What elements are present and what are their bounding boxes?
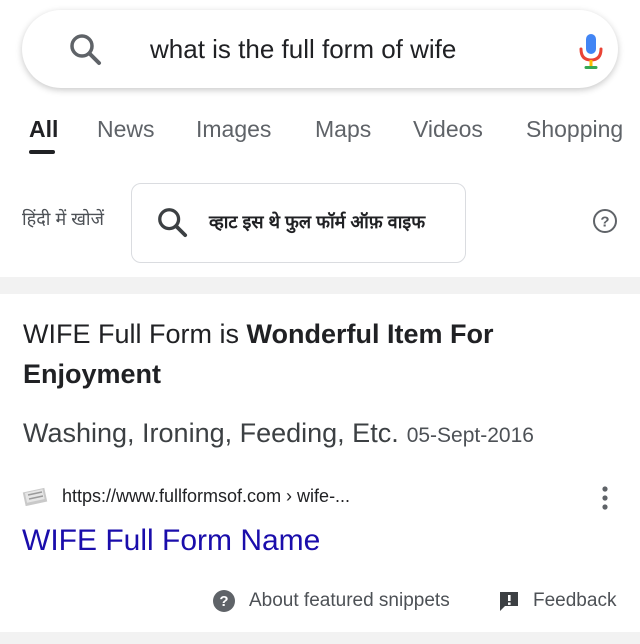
snippet-date: 05-Sept-2016	[406, 424, 534, 447]
active-tab-indicator	[29, 150, 55, 154]
feedback-link[interactable]: Feedback	[533, 588, 616, 614]
search-icon[interactable]	[68, 32, 102, 66]
help-circle-icon[interactable]: ?	[592, 208, 618, 234]
search-input[interactable]: what is the full form of wife	[150, 32, 456, 66]
tab-shopping[interactable]: Shopping	[526, 114, 623, 144]
hindi-search-chip[interactable]: व्हाट इस थे फुल फॉर्म ऑफ़ वाइफ	[131, 183, 466, 263]
svg-text:?: ?	[600, 214, 609, 231]
snippet-title-prefix: WIFE Full Form is	[23, 319, 247, 349]
source-row: https://www.fullformsof.com › wife-...	[22, 482, 622, 512]
microphone-icon[interactable]	[578, 32, 604, 70]
tab-news[interactable]: News	[97, 114, 155, 144]
site-favicon	[22, 487, 48, 506]
tab-images[interactable]: Images	[196, 114, 271, 144]
hindi-search-query: व्हाट इस थे फुल फॉर्म ऑफ़ वाइफ	[209, 212, 426, 232]
search-icon	[158, 208, 188, 238]
more-vertical-icon[interactable]	[600, 484, 610, 512]
snippet-footer: ? About featured snippets Feedback	[0, 586, 640, 618]
hindi-search-label: हिंदी में खोजें	[22, 209, 104, 229]
question-circle-icon[interactable]: ?	[212, 589, 236, 613]
about-featured-snippets-link[interactable]: About featured snippets	[249, 588, 450, 614]
source-url[interactable]: https://www.fullformsof.com › wife-...	[62, 484, 350, 508]
feedback-icon[interactable]	[498, 590, 520, 612]
tab-videos[interactable]: Videos	[413, 114, 483, 144]
snippet-text: Washing, Ironing, Feeding, Etc.	[23, 418, 399, 448]
tab-maps[interactable]: Maps	[315, 114, 371, 144]
tab-all[interactable]: All	[29, 114, 58, 144]
svg-text:?: ?	[219, 593, 228, 610]
featured-snippet-card: WIFE Full Form is Wonderful Item For Enj…	[0, 294, 640, 632]
snippet-title: WIFE Full Form is Wonderful Item For Enj…	[23, 314, 603, 394]
result-title-link[interactable]: WIFE Full Form Name	[22, 522, 320, 560]
search-bar[interactable]: what is the full form of wife	[22, 10, 618, 88]
search-header: what is the full form of wife All News I…	[0, 0, 640, 277]
snippet-body: Washing, Ironing, Feeding, Etc. 05-Sept-2…	[23, 416, 534, 453]
search-tabs: All News Images Maps Videos Shopping	[0, 110, 640, 160]
